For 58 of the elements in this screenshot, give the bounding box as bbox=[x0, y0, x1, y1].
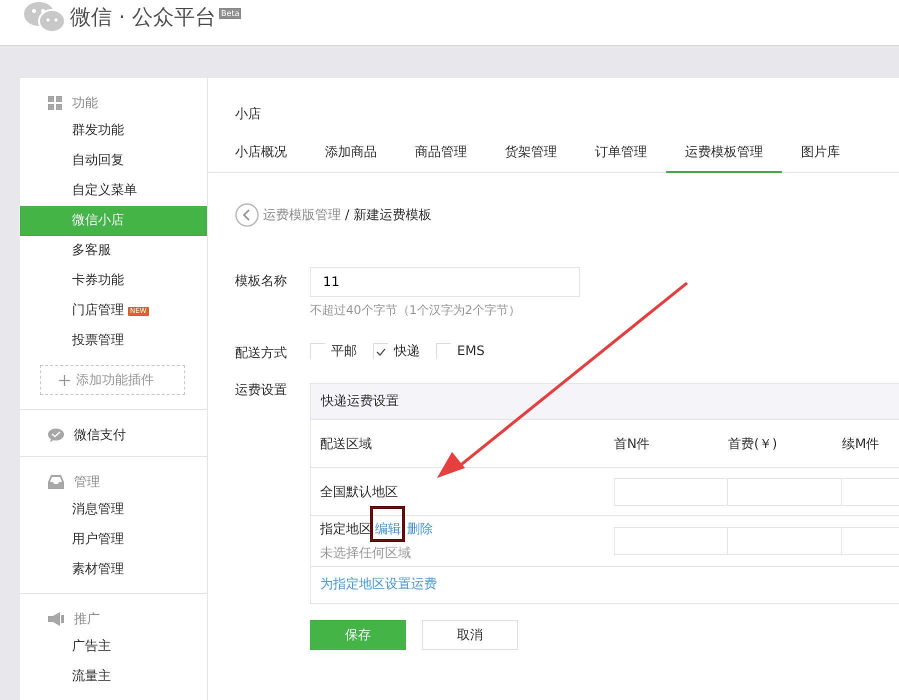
region-note: 未选择任何区域 bbox=[320, 545, 412, 562]
option-label: 快递 bbox=[394, 343, 420, 360]
chat-bubble-icon bbox=[48, 428, 64, 442]
column-header: 首费(￥) bbox=[728, 436, 778, 452]
sidebar-item[interactable]: 用户管理 bbox=[20, 525, 207, 555]
checkbox[interactable] bbox=[436, 343, 451, 359]
sidebar-item[interactable]: 群发功能 bbox=[20, 116, 207, 146]
sidebar-heading: 管理 bbox=[74, 474, 100, 491]
sidebar-item[interactable]: 卡券功能 bbox=[20, 266, 207, 296]
sidebar-heading: 功能 bbox=[72, 95, 98, 112]
breadcrumb-separator: / bbox=[345, 208, 350, 222]
option-label: 平邮 bbox=[331, 343, 357, 360]
checkmark-icon bbox=[376, 348, 386, 356]
field-label: 模板名称 bbox=[235, 273, 288, 291]
tab[interactable]: 商品管理 bbox=[396, 135, 486, 171]
breadcrumb-current: 新建运费模板 bbox=[353, 207, 432, 224]
megaphone-icon bbox=[48, 612, 64, 626]
column-header: 首N件 bbox=[614, 436, 651, 452]
sidebar-item[interactable]: 素材管理 bbox=[20, 555, 207, 585]
field-label: 配送方式 bbox=[235, 345, 288, 363]
grid-icon bbox=[48, 96, 62, 110]
plus-icon bbox=[59, 374, 70, 386]
page-title: 小店 bbox=[234, 106, 262, 124]
sidebar-item[interactable]: 投票管理 bbox=[20, 326, 207, 356]
checkbox[interactable] bbox=[310, 343, 325, 359]
sidebar-item[interactable]: 自定义菜单 bbox=[20, 176, 207, 206]
cancel-button[interactable]: 取消 bbox=[422, 620, 518, 650]
tab[interactable]: 货架管理 bbox=[486, 135, 576, 171]
sidebar-heading[interactable]: 微信支付 bbox=[74, 426, 126, 444]
tab[interactable]: 小店概况 bbox=[216, 135, 306, 171]
sidebar-item[interactable]: 消息管理 bbox=[20, 495, 207, 525]
tab[interactable]: 运费模板管理 bbox=[666, 135, 782, 173]
region-name: 全国默认地区 bbox=[320, 484, 398, 500]
sidebar-heading: 推广 bbox=[74, 611, 100, 628]
sidebar-item[interactable]: 多客服 bbox=[20, 236, 207, 266]
back-icon bbox=[235, 203, 259, 227]
beta-badge: Beta bbox=[219, 8, 242, 19]
name-input[interactable]: 11 bbox=[310, 267, 580, 297]
checkbox[interactable] bbox=[373, 343, 388, 359]
sidebar-item[interactable]: 流量主 bbox=[20, 662, 207, 692]
column-header: 配送区域 bbox=[319, 436, 373, 452]
field-label: 运费设置 bbox=[235, 382, 288, 400]
tab[interactable]: 添加商品 bbox=[306, 135, 396, 171]
sidebar-item[interactable]: 自动回复 bbox=[20, 146, 207, 176]
value-input[interactable] bbox=[728, 478, 842, 506]
table-title: 快递运费设置 bbox=[311, 384, 899, 420]
hint-text: 不超过40个字节（1个汉字为2个字节） bbox=[310, 302, 522, 319]
site-title: 微信 · 公众平台 bbox=[70, 4, 216, 31]
tab[interactable]: 图片库 bbox=[782, 135, 859, 171]
region-name: 指定地区 bbox=[320, 521, 372, 538]
tab[interactable]: 订单管理 bbox=[576, 135, 666, 171]
column-header: 续M件 bbox=[842, 436, 880, 452]
inbox-icon bbox=[48, 475, 64, 489]
value-input[interactable] bbox=[728, 527, 842, 555]
option-label: EMS bbox=[457, 344, 485, 358]
value-input[interactable] bbox=[614, 527, 728, 555]
value-input[interactable] bbox=[614, 478, 728, 506]
sidebar-item[interactable]: 广告主 bbox=[20, 632, 207, 662]
